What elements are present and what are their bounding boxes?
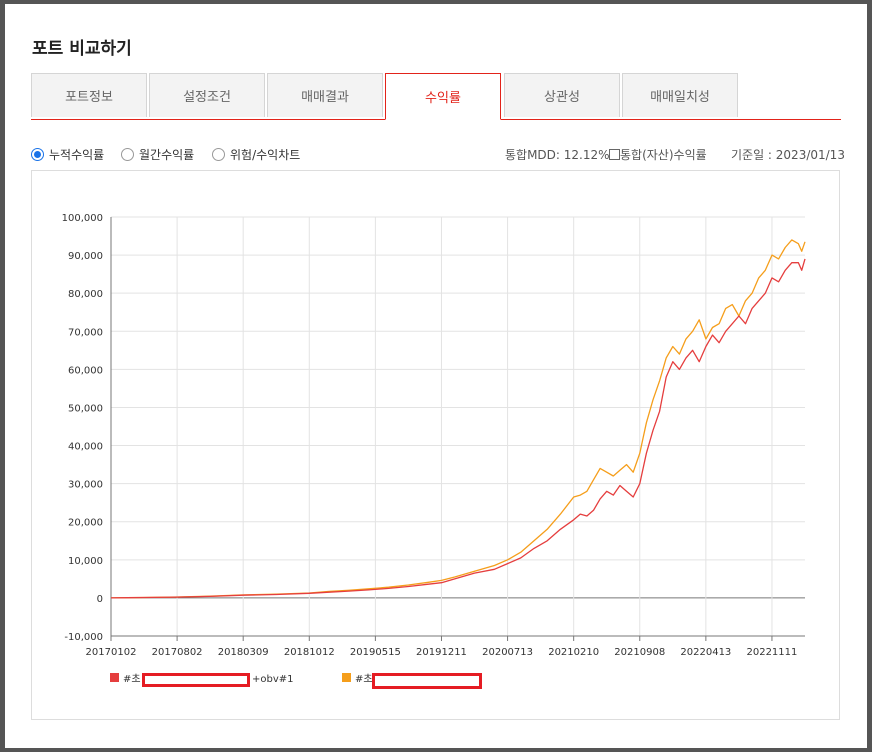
cumulative-return-chart: -10,000 0 10,000 20,000 30,000 40,000 50,000 60… bbox=[62, 213, 806, 685]
x-tick-label: 20200713 bbox=[482, 647, 533, 658]
radio-cumulative-label: 누적수익률 bbox=[49, 148, 105, 162]
y-tick-label: 60,000 bbox=[68, 365, 103, 376]
x-tick-label: 20180309 bbox=[218, 647, 269, 658]
tab-trade-match[interactable]: 매매일치성 bbox=[622, 73, 738, 117]
tab-settings[interactable]: 설정조건 bbox=[149, 73, 265, 117]
radio-cumulative[interactable]: 누적수익률 bbox=[31, 146, 104, 163]
y-tick-label: 30,000 bbox=[68, 480, 103, 491]
x-tick-label: 20210908 bbox=[614, 647, 665, 658]
tab-correlation[interactable]: 상관성 bbox=[504, 73, 620, 117]
radio-monthly-indicator[interactable] bbox=[121, 148, 134, 161]
x-tick-label: 20191211 bbox=[416, 647, 467, 658]
x-tick-label: 20220413 bbox=[680, 647, 731, 658]
legend-suffix: +obv#1 bbox=[252, 674, 294, 685]
legend-swatch bbox=[342, 673, 351, 682]
compare-portfolio-modal: 포트 비교하기 포트정보 설정조건 매매결과 수익률 상관성 매매일치성 누적수… bbox=[5, 4, 867, 748]
radio-risk-return-indicator[interactable] bbox=[212, 148, 225, 161]
x-tick-label: 20221111 bbox=[746, 647, 797, 658]
y-tick-label: 70,000 bbox=[68, 327, 103, 338]
y-tick-label: -10,000 bbox=[64, 632, 103, 643]
x-tick-label: 20190515 bbox=[350, 647, 401, 658]
tab-trade-result[interactable]: 매매결과 bbox=[267, 73, 383, 117]
legend-swatch bbox=[110, 673, 119, 682]
base-date: 기준일 : 2023/01/13 bbox=[731, 148, 845, 162]
radio-risk-return[interactable]: 위험/수익차트 bbox=[212, 146, 300, 163]
y-tick-label: 100,000 bbox=[62, 213, 103, 224]
legend-prefix: #초 bbox=[355, 673, 373, 685]
radio-monthly-label: 월간수익률 bbox=[139, 148, 195, 162]
modal-title: 포트 비교하기 bbox=[32, 39, 132, 59]
y-tick-label: 50,000 bbox=[68, 403, 103, 414]
integrated-return-label: 통합(자산)수익률 bbox=[620, 148, 707, 162]
radio-cumulative-indicator[interactable] bbox=[31, 148, 44, 161]
integrated-return-checkbox[interactable] bbox=[609, 149, 620, 160]
x-tick-label: 20170102 bbox=[86, 647, 137, 658]
redaction-box-2 bbox=[372, 673, 482, 689]
y-tick-label: 80,000 bbox=[68, 289, 103, 300]
tab-returns[interactable]: 수익률 bbox=[385, 73, 501, 120]
y-tick-label: 90,000 bbox=[68, 251, 103, 262]
series-line-1 bbox=[110, 258, 806, 599]
x-tick-label: 20170802 bbox=[152, 647, 203, 658]
legend-prefix: #초 bbox=[123, 673, 141, 685]
x-tick-label: 20181012 bbox=[284, 647, 335, 658]
radio-monthly[interactable]: 월간수익률 bbox=[121, 146, 194, 163]
y-tick-label: 20,000 bbox=[68, 518, 103, 529]
redaction-box-1 bbox=[142, 673, 250, 687]
radio-risk-return-label: 위험/수익차트 bbox=[230, 148, 301, 162]
mdd-text: 통합MDD: 12.12% bbox=[505, 148, 610, 162]
returns-chart-panel: -10,000 0 10,000 20,000 30,000 40,000 50,000 60… bbox=[31, 170, 840, 720]
tab-port-info[interactable]: 포트정보 bbox=[31, 73, 147, 117]
y-tick-label: 10,000 bbox=[68, 556, 103, 567]
y-tick-label: 0 bbox=[97, 594, 103, 605]
y-tick-label: 40,000 bbox=[68, 442, 103, 453]
integrated-return-toggle[interactable]: 통합(자산)수익률 bbox=[609, 146, 707, 163]
x-tick-label: 20210210 bbox=[548, 647, 599, 658]
tab-bar: 포트정보 설정조건 매매결과 수익률 상관성 매매일치성 bbox=[31, 73, 841, 120]
